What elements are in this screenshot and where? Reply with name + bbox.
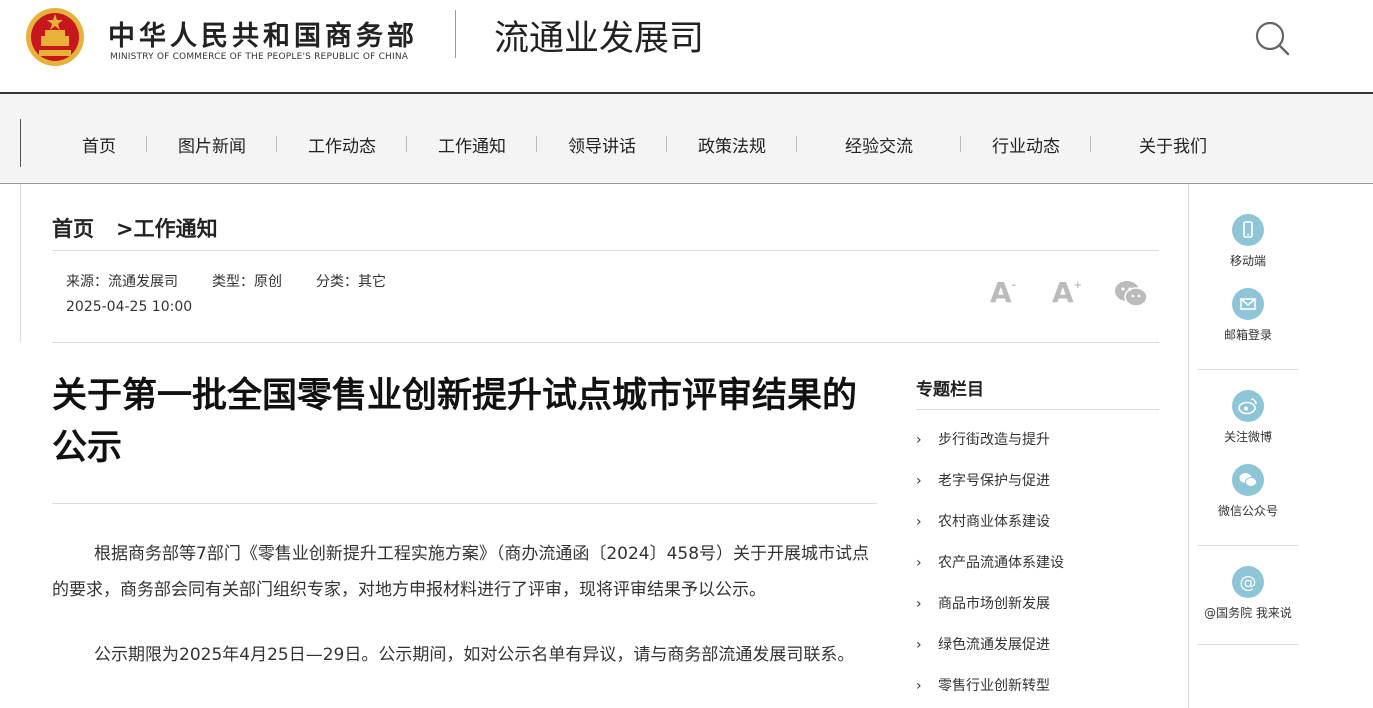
nav-separator — [146, 136, 147, 152]
sidebar-item-label: 关注微博 — [1223, 430, 1272, 444]
font-increase-label: A — [1052, 276, 1074, 309]
sidebar-item-weibo[interactable]: 关注微博 — [1200, 390, 1296, 445]
topic-link[interactable]: › 步行街改造与提升 — [916, 429, 1050, 449]
topic-label: 零售行业创新转型 — [938, 678, 1050, 694]
meta-category: 分类：其它 — [316, 274, 386, 290]
breadcrumb: 首页 >工作通知 — [52, 213, 218, 243]
article-title: 关于第一批全国零售业创新提升试点城市评审结果的公示 — [52, 376, 858, 468]
meta-datetime: 2025-04-25 10:00 — [66, 299, 193, 315]
divider — [52, 503, 877, 504]
nav-item-work-updates[interactable]: 工作动态 — [308, 132, 376, 157]
nav-item-leader-speeches[interactable]: 领导讲话 — [568, 132, 636, 157]
breadcrumb-home[interactable]: 首页 — [52, 217, 94, 241]
topics-heading: 专题栏目 — [916, 380, 984, 400]
mobile-icon — [1232, 214, 1264, 246]
topic-link[interactable]: › 零售行业创新转型 — [916, 675, 1050, 695]
topic-link[interactable]: › 农村商业体系建设 — [916, 511, 1050, 531]
nav-item-work-notices[interactable]: 工作通知 — [438, 132, 506, 157]
breadcrumb-current[interactable]: 工作通知 — [134, 217, 218, 241]
main-nav: 首页 图片新闻 工作动态 工作通知 领导讲话 政策法规 经验交流 行业动态 关于… — [0, 94, 1373, 184]
topic-label: 步行街改造与提升 — [938, 432, 1050, 448]
chevron-right-icon: › — [916, 596, 922, 612]
ministry-name-cn: 中华人民共和国商务部 — [108, 21, 418, 52]
font-decrease-button[interactable]: A- — [990, 276, 1016, 309]
topic-link[interactable]: › 商品市场创新发展 — [916, 593, 1050, 613]
meta-type: 类型：原创 — [212, 274, 282, 290]
meta-source: 来源：流通发展司 — [66, 274, 178, 290]
nav-separator — [1090, 136, 1091, 152]
topic-label: 绿色流通发展促进 — [938, 637, 1050, 653]
at-icon: @ — [1232, 566, 1264, 598]
font-decrease-label: A — [990, 276, 1012, 309]
nav-separator — [536, 136, 537, 152]
topic-label: 农产品流通体系建设 — [938, 555, 1064, 571]
nav-separator — [796, 136, 797, 152]
nav-item-experience[interactable]: 经验交流 — [845, 132, 913, 157]
topic-link[interactable]: › 老字号保护与促进 — [916, 470, 1050, 490]
sidebar-item-mobile[interactable]: 移动端 — [1200, 214, 1296, 269]
chevron-right-icon: › — [916, 678, 922, 694]
chevron-right-icon: › — [916, 637, 922, 653]
topic-label: 老字号保护与促进 — [938, 473, 1050, 489]
nav-item-policies[interactable]: 政策法规 — [698, 132, 766, 157]
search-icon[interactable] — [1252, 18, 1292, 58]
nav-separator — [960, 136, 961, 152]
sidebar-item-label: 微信公众号 — [1217, 504, 1278, 518]
svg-text:@: @ — [1240, 573, 1257, 593]
ministry-name-en: MINISTRY OF COMMERCE OF THE PEOPLE'S REP… — [110, 52, 409, 62]
wechat-icon[interactable] — [1113, 279, 1149, 309]
sidebar-item-label: @国务院 我来说 — [1204, 606, 1292, 620]
chevron-right-icon: › — [916, 432, 922, 448]
topic-label: 商品市场创新发展 — [938, 596, 1050, 612]
nav-separator — [666, 136, 667, 152]
divider — [1198, 369, 1298, 370]
divider — [52, 342, 1159, 343]
font-increase-sup: + — [1073, 280, 1083, 291]
chevron-right-icon: › — [916, 473, 922, 489]
article-paragraph: 根据商务部等7部门《零售业创新提升工程实施方案》（商办流通函〔2024〕458号… — [52, 544, 870, 600]
wechat-icon — [1232, 464, 1264, 496]
chevron-right-icon: › — [916, 514, 922, 530]
nav-item-photo-news[interactable]: 图片新闻 — [178, 132, 246, 157]
article-paragraph: 公示期限为2025年4月25日—29日。公示期间，如对公示名单有异议，请与商务部… — [94, 645, 855, 665]
nav-separator — [406, 136, 407, 152]
topic-link[interactable]: › 农产品流通体系建设 — [916, 552, 1064, 572]
nav-left-border — [20, 119, 21, 167]
sidebar-item-label: 邮箱登录 — [1223, 328, 1272, 342]
font-decrease-sup: - — [1011, 280, 1016, 291]
divider — [916, 409, 1159, 410]
sidebar-item-wechat[interactable]: 微信公众号 — [1200, 464, 1296, 519]
national-emblem-logo[interactable] — [24, 6, 86, 68]
weibo-icon — [1232, 390, 1264, 422]
header-divider — [455, 10, 456, 58]
sidebar-item-mail[interactable]: 邮箱登录 — [1200, 288, 1296, 343]
mail-icon — [1232, 288, 1264, 320]
nav-item-industry-news[interactable]: 行业动态 — [992, 132, 1060, 157]
divider — [1198, 644, 1298, 645]
left-border-strip — [0, 184, 21, 342]
article-meta: 来源：流通发展司 类型：原创 分类：其它 — [66, 271, 386, 291]
divider — [52, 250, 1159, 251]
nav-separator — [276, 136, 277, 152]
sidebar-item-state-council[interactable]: @ @国务院 我来说 — [1200, 566, 1296, 621]
topic-label: 农村商业体系建设 — [938, 514, 1050, 530]
topic-link[interactable]: › 绿色流通发展促进 — [916, 634, 1050, 654]
sidebar-divider — [1188, 184, 1189, 708]
department-name[interactable]: 流通业发展司 — [494, 10, 704, 61]
nav-item-home[interactable]: 首页 — [82, 132, 116, 157]
font-increase-button[interactable]: A+ — [1052, 276, 1082, 309]
site-header: 中华人民共和国商务部 MINISTRY OF COMMERCE OF THE P… — [0, 0, 1373, 94]
breadcrumb-separator: > — [116, 217, 134, 241]
divider — [1198, 545, 1298, 546]
chevron-right-icon: › — [916, 555, 922, 571]
sidebar-item-label: 移动端 — [1229, 254, 1266, 268]
nav-item-about-us[interactable]: 关于我们 — [1139, 132, 1207, 157]
